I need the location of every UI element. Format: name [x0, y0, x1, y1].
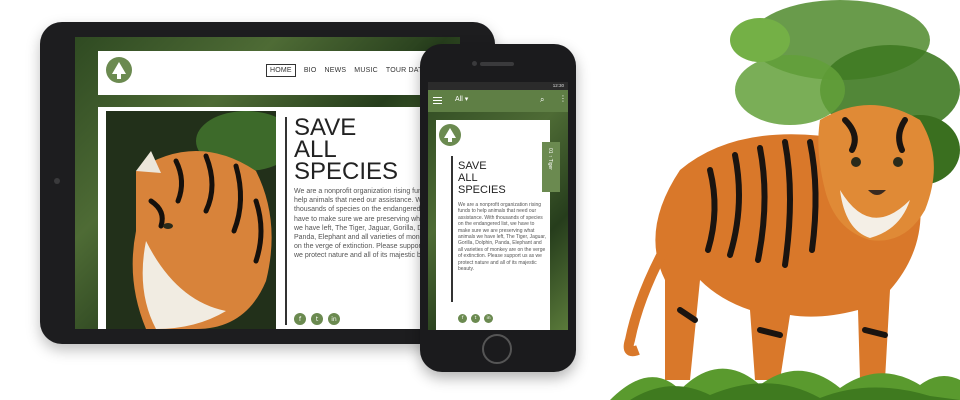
- twitter-icon[interactable]: t: [311, 313, 323, 325]
- tree-logo-icon[interactable]: [439, 124, 461, 146]
- page-title: SAVE ALL SPECIES: [294, 114, 399, 185]
- nav-news[interactable]: NEWS: [324, 67, 346, 74]
- linkedin-icon[interactable]: in: [484, 314, 493, 323]
- phone-speaker: [480, 62, 514, 66]
- phone-screen: 12:30 All ▾ ⌕ ⋮ SAVE ALL SPECIES We are …: [428, 82, 568, 330]
- more-vert-icon[interactable]: ⋮: [559, 94, 567, 103]
- intro-text: We are a nonprofit organization rising f…: [458, 202, 547, 273]
- facebook-icon[interactable]: f: [294, 313, 306, 325]
- app-bar: All ▾ ⌕ ⋮: [428, 90, 568, 112]
- search-icon[interactable]: ⌕: [540, 95, 544, 105]
- hero-card: SAVE ALL SPECIES We are a nonprofit orga…: [98, 107, 460, 329]
- facebook-icon[interactable]: f: [458, 314, 467, 323]
- tree-logo-icon[interactable]: [106, 57, 132, 83]
- tiger-side-tab[interactable]: 01 ↑ Tiger: [542, 142, 560, 192]
- nav-bio[interactable]: BIO: [304, 67, 317, 74]
- page-title: SAVE ALL SPECIES: [458, 160, 506, 196]
- phone-hero-card: SAVE ALL SPECIES We are a nonprofit orga…: [436, 120, 550, 330]
- status-bar: 12:30: [428, 82, 568, 90]
- title-divider: [285, 117, 287, 325]
- tiger-closeup-image: [106, 111, 276, 329]
- tablet-camera: [54, 178, 60, 184]
- twitter-icon[interactable]: t: [471, 314, 480, 323]
- nav-home[interactable]: HOME: [266, 64, 296, 77]
- grass-image: [610, 368, 960, 400]
- title-divider: [451, 156, 453, 302]
- phone-camera: [472, 61, 477, 66]
- hamburger-menu-icon[interactable]: [433, 97, 442, 105]
- phone-device: 12:30 All ▾ ⌕ ⋮ SAVE ALL SPECIES We are …: [420, 44, 576, 372]
- tablet-screen: HOME BIO NEWS MUSIC TOUR DATES SAVE ALL …: [75, 37, 460, 329]
- linkedin-icon[interactable]: in: [328, 313, 340, 325]
- home-button[interactable]: [482, 334, 512, 364]
- social-links: f t in: [294, 313, 340, 325]
- main-nav: HOME BIO NEWS MUSIC TOUR DATES: [266, 64, 432, 77]
- social-links: f t in: [458, 314, 493, 323]
- filter-dropdown[interactable]: All ▾: [455, 95, 468, 103]
- nav-music[interactable]: MUSIC: [354, 67, 378, 74]
- site-header: HOME BIO NEWS MUSIC TOUR DATES: [98, 51, 460, 95]
